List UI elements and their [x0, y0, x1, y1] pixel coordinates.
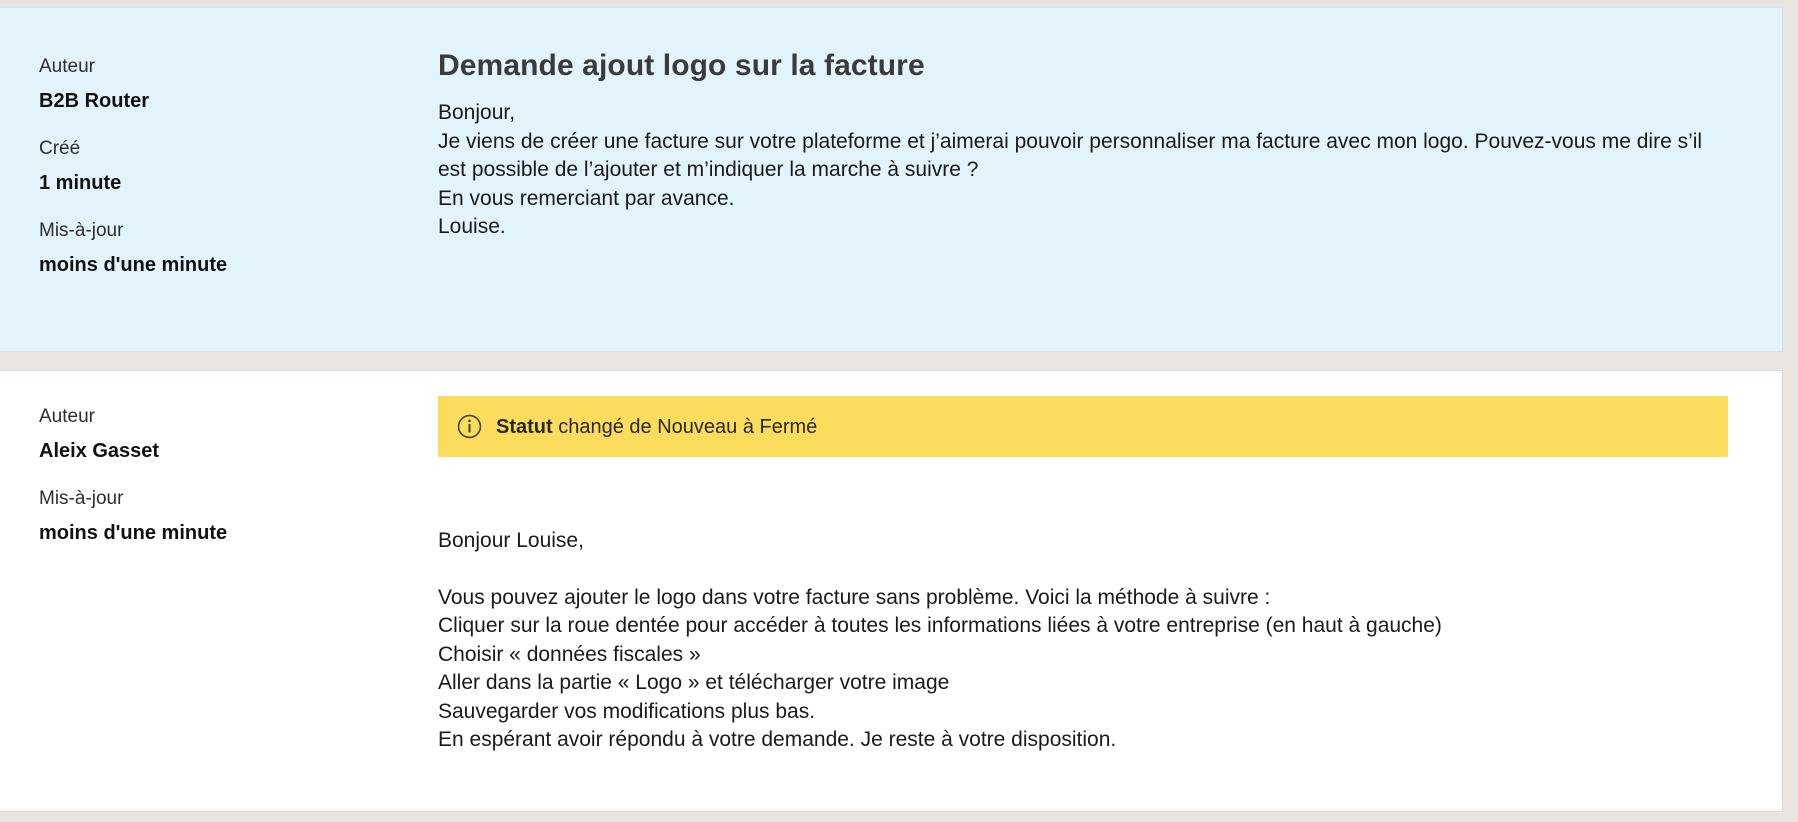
message-body-column: Demande ajout logo sur la facture Bonjou… [438, 46, 1782, 242]
meta-created-label: Créé [39, 138, 81, 159]
info-circle-icon [457, 414, 482, 439]
meta-created-value: 1 minute [39, 172, 122, 194]
meta-author-label: Auteur [39, 406, 95, 427]
message-card-agent-reply: Auteur Aleix Gasset Mis-à-jour moins d'u… [0, 370, 1783, 812]
meta-author-value: B2B Router [39, 90, 150, 112]
meta-updated: Mis-à-jour moins d'une minute [39, 486, 438, 546]
message-line: Bonjour, [438, 101, 516, 124]
status-change-strong: Statut [496, 415, 553, 438]
ticket-subject-title: Demande ajout logo sur la facture [438, 49, 925, 82]
meta-author-value: Aleix Gasset [39, 440, 160, 462]
meta-author-label: Auteur [39, 56, 95, 77]
message-line: Cliquer sur la roue dentée pour accéder … [438, 614, 1442, 637]
status-change-banner: Statut changé de Nouveau à Fermé [438, 396, 1728, 457]
meta-created: Créé 1 minute [39, 136, 438, 196]
meta-updated-value: moins d'une minute [39, 522, 228, 544]
original-request-body: Bonjour, Je viens de créer une facture s… [438, 99, 1734, 242]
message-line: En vous remerciant par avance. [438, 186, 735, 210]
message-line: Bonjour Louise, [438, 529, 584, 552]
meta-updated: Mis-à-jour moins d'une minute [39, 218, 438, 278]
message-card-original-request: Auteur B2B Router Créé 1 minute Mis-à-jo… [0, 7, 1783, 352]
message-line: Choisir « données fiscales » [438, 642, 701, 666]
message-line: Louise. [438, 215, 506, 238]
message-line: En espérant avoir répondu à votre demand… [438, 728, 1117, 751]
status-change-rest: changé de Nouveau à Fermé [552, 415, 818, 438]
reply-body-column: Statut changé de Nouveau à Fermé Bonjour… [438, 396, 1782, 755]
message-line: Aller dans la partie « Logo » et télécha… [438, 671, 950, 694]
message-line: Vous pouvez ajouter le logo dans votre f… [438, 585, 1271, 609]
ticket-conversation-page: Auteur B2B Router Créé 1 minute Mis-à-jo… [0, 0, 1798, 822]
meta-author: Auteur Aleix Gasset [39, 404, 438, 464]
status-change-text: Statut changé de Nouveau à Fermé [496, 415, 817, 439]
meta-updated-label: Mis-à-jour [39, 220, 124, 241]
meta-updated-label: Mis-à-jour [39, 488, 124, 509]
message-line: Je viens de créer une facture sur votre … [438, 129, 1703, 182]
meta-author: Auteur B2B Router [39, 54, 438, 114]
message-line: Sauvegarder vos modifications plus bas. [438, 699, 816, 723]
meta-updated-value: moins d'une minute [39, 254, 228, 276]
message-meta-column: Auteur B2B Router Créé 1 minute Mis-à-jo… [0, 46, 438, 278]
reply-meta-column: Auteur Aleix Gasset Mis-à-jour moins d'u… [0, 396, 438, 546]
agent-reply-body: Bonjour Louise, Vous pouvez ajouter le l… [438, 519, 1734, 755]
